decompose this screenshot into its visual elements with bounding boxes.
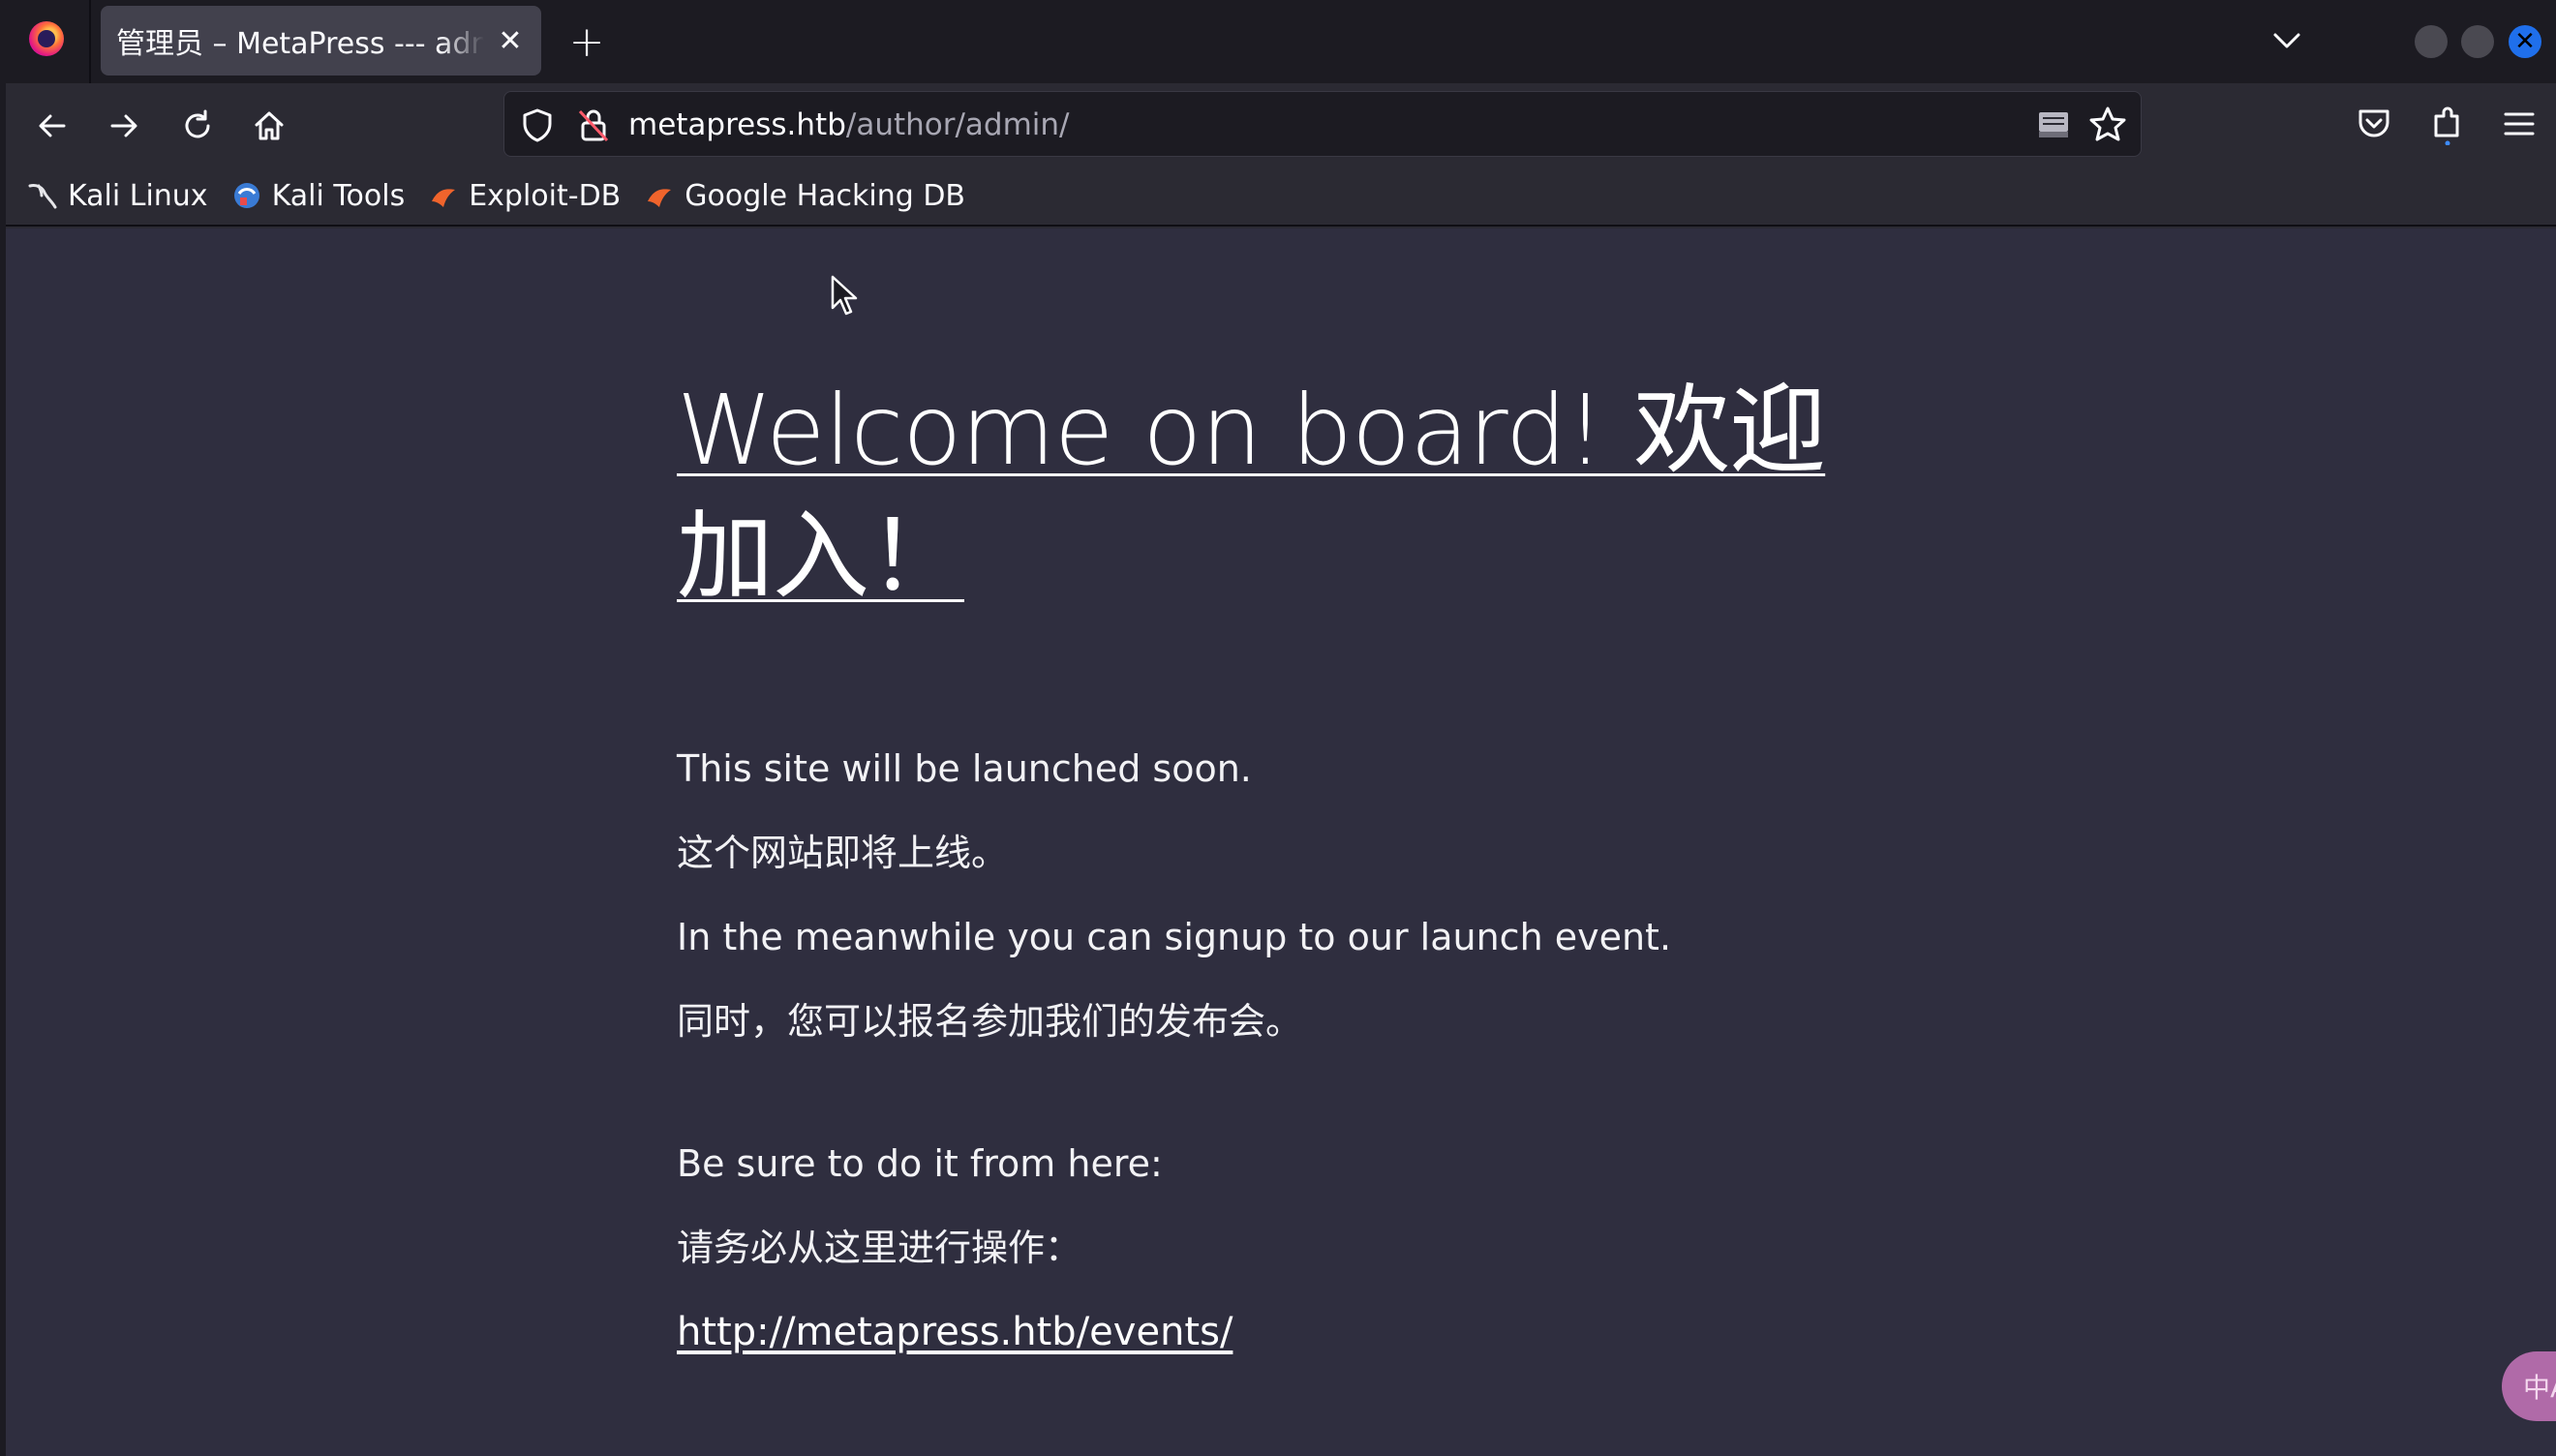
back-arrow-icon[interactable] [29,103,76,149]
insecure-lock-icon[interactable] [574,106,613,144]
tab-divider [89,0,91,83]
kali-dragon-icon [27,180,58,211]
bookmark-google-hacking-db[interactable]: Google Hacking DB [644,179,965,213]
exploit-db-icon [428,180,459,211]
url-path: /author/admin/ [845,107,1070,142]
extensions-icon[interactable] [2426,103,2469,146]
reader-view-icon[interactable] [2034,106,2073,144]
events-link[interactable]: http://metapress.htb/events/ [677,1309,1232,1355]
maximize-button[interactable] [2461,25,2494,58]
menu-hamburger-icon[interactable] [2498,103,2541,145]
bookmark-label: Kali Linux [68,178,208,213]
tab-strip: 管理员 – MetaPress --- admin ✕ + ✕ [0,0,2556,83]
bookmark-label: Google Hacking DB [685,178,966,213]
intro-text-zh: 这个网站即将上线。 [677,832,1009,874]
bookmarks-toolbar: Kali Linux Kali Tools Exploit-DB Google … [0,167,2556,227]
new-tab-button[interactable]: + [565,17,608,67]
intro-text-en: This site will be launched soon. [677,747,1252,790]
signup-text-zh: 同时，您可以报名参加我们的发布会。 [677,1000,1303,1043]
url-text[interactable]: metapress.htb/author/admin/ [628,106,1070,144]
url-bar[interactable]: metapress.htb/author/admin/ [503,91,2142,157]
window-close-button[interactable]: ✕ [2509,25,2541,58]
firefox-logo-icon[interactable] [29,21,64,56]
pocket-icon[interactable] [2353,103,2395,145]
url-host: metapress.htb [628,107,846,142]
instruction-text-zh: 请务必从这里进行操作： [677,1227,1082,1269]
bookmark-star-icon[interactable] [2086,104,2129,146]
minimize-button[interactable] [2415,25,2448,58]
bookmark-exploit-db[interactable]: Exploit-DB [428,179,621,213]
mouse-cursor-icon [831,275,858,316]
translate-badge[interactable]: 中A [2502,1351,2556,1421]
forward-arrow-icon[interactable] [101,103,147,149]
bookmark-label: Exploit-DB [469,178,622,213]
bookmark-label: Kali Tools [271,178,406,213]
bookmark-kali-tools[interactable]: Kali Tools [231,178,406,213]
bookmark-kali-linux[interactable]: Kali Linux [27,179,208,213]
home-icon[interactable] [246,103,292,149]
reload-icon[interactable] [174,103,221,149]
tab-active[interactable]: 管理员 – MetaPress --- admin ✕ [101,6,541,76]
browser-window: 管理员 – MetaPress --- admin ✕ + ✕ [0,0,2556,1456]
kali-tools-icon [231,180,262,211]
page-title[interactable]: Welcome on board! 欢迎加入！ [677,368,1877,620]
instruction-text-en: Be sure to do it from here: [677,1142,1163,1185]
tab-close-icon[interactable]: ✕ [493,23,528,58]
ghdb-icon [644,180,675,211]
page-content: Welcome on board! 欢迎加入！ This site will b… [6,228,2556,1456]
tracking-shield-icon[interactable] [518,106,557,144]
chevron-down-icon[interactable] [2266,21,2308,60]
signup-text-en: In the meanwhile you can signup to our l… [677,916,1672,958]
tab-title: 管理员 – MetaPress --- admin [116,27,484,61]
